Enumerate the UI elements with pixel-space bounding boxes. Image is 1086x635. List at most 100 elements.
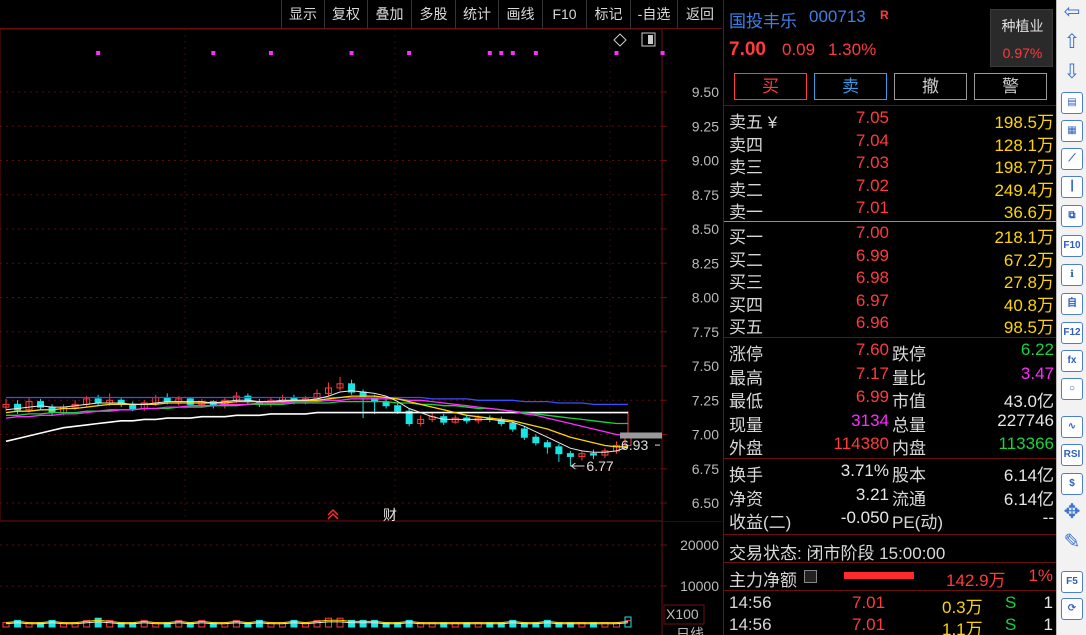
candlestick bbox=[244, 393, 252, 405]
price-tick-label: 9.00 bbox=[692, 153, 719, 169]
bid-row[interactable]: 买二 6.99 67.2万 bbox=[724, 245, 1057, 270]
stat-row[interactable]: 涨停 7.60 跌停 6.22 bbox=[724, 339, 1057, 364]
stat-label: 最低 bbox=[729, 392, 763, 412]
move-icon[interactable]: ✥ bbox=[1061, 502, 1083, 524]
candle-body bbox=[520, 428, 528, 438]
kline-chart-area[interactable]: 显示 复权 叠加 多股 统计 画线 F10 标记 -自选 返回 9.50 9.25… bbox=[0, 0, 722, 635]
fundamental-row[interactable]: 收益(二) -0.050 PE(动) -- bbox=[724, 507, 1057, 533]
candle-body bbox=[566, 453, 574, 457]
toolbar-adjust-button[interactable]: 复权 bbox=[324, 0, 367, 29]
volume-chart[interactable]: 20000 10000 X100 日线 bbox=[0, 521, 722, 635]
stat-label: 量比 bbox=[892, 368, 926, 388]
event-marker bbox=[349, 51, 354, 55]
candle-body bbox=[555, 446, 563, 455]
candle-body bbox=[589, 453, 597, 456]
toolbar-mark-button[interactable]: 标记 bbox=[586, 0, 630, 29]
stat-row[interactable]: 外盘 114380 内盘 113366 bbox=[724, 433, 1057, 459]
low-annotation: 6.77 bbox=[586, 458, 613, 474]
toolbar-statistics-button[interactable]: 统计 bbox=[455, 0, 498, 29]
stat-label: 涨停 bbox=[729, 345, 763, 364]
toolbar-overlay-button[interactable]: 叠加 bbox=[367, 0, 411, 29]
toolbar-f10-button[interactable]: F10 bbox=[542, 0, 586, 29]
stat-row[interactable]: 最高 7.17 量比 3.47 bbox=[724, 363, 1057, 388]
function-icon-bar: ⇦ ⇧ ⇩ ▤ ▦ ⟋ ┃ ⧉ F10 ℹ 自 F12 fx ○ ∿ RSI $… bbox=[1056, 0, 1086, 635]
wave-indicator-icon[interactable]: ∿ bbox=[1061, 416, 1083, 438]
stat-value: 6.99 bbox=[855, 387, 889, 407]
stat-value: 7.17 bbox=[855, 363, 889, 383]
multi-window-icon[interactable]: ⧉ bbox=[1061, 205, 1083, 227]
fundamental-row[interactable]: 净资 3.21 流通 6.14亿 bbox=[724, 484, 1057, 509]
line-chart-icon[interactable]: ⟋ bbox=[1061, 148, 1083, 170]
stat-label: 外盘 bbox=[729, 439, 763, 459]
industry-block[interactable]: 种植业 0.97% bbox=[990, 9, 1053, 67]
last-price-annotation: 6.93 bbox=[621, 437, 648, 453]
arrow-down-icon[interactable]: ⇩ bbox=[1061, 62, 1083, 84]
buy-button[interactable]: 买 bbox=[734, 73, 807, 100]
formula-icon[interactable]: fx bbox=[1061, 350, 1083, 372]
ask-row[interactable]: 卖四 7.04 128.1万 bbox=[724, 130, 1057, 155]
bid-price: 6.96 bbox=[855, 313, 889, 333]
event-marker bbox=[487, 51, 492, 55]
toolbar-display-button[interactable]: 显示 bbox=[281, 0, 324, 29]
fundamental-value: 3.71% bbox=[840, 461, 889, 480]
fundamental-value: 3.21 bbox=[855, 484, 889, 504]
ask-price: 7.03 bbox=[855, 153, 889, 173]
f12-icon[interactable]: F12 bbox=[1061, 322, 1083, 344]
bid-row[interactable]: 买四 6.97 40.8万 bbox=[724, 290, 1057, 315]
refresh-icon[interactable]: ⟳ bbox=[1061, 598, 1083, 620]
price-chart[interactable]: 9.50 9.25 9.00 8.75 8.50 8.25 8.00 7.75 7.50 7.25… bbox=[0, 29, 722, 521]
rsi-icon[interactable]: RSI bbox=[1061, 444, 1083, 466]
candlestick-icon[interactable]: ┃ bbox=[1061, 176, 1083, 198]
divider bbox=[724, 562, 1057, 563]
main-flow-label: 主力净额 bbox=[729, 571, 797, 590]
ask-price: 7.04 bbox=[855, 130, 889, 150]
candlestick bbox=[348, 379, 356, 395]
bid-row[interactable]: 买五 6.96 98.5万 bbox=[724, 312, 1057, 337]
toolbar-multi-stock-button[interactable]: 多股 bbox=[411, 0, 455, 29]
circle-icon[interactable]: ○ bbox=[1061, 378, 1083, 400]
main-flow-row[interactable]: 主力净额 142.9万 1% bbox=[724, 565, 1057, 590]
ask-row[interactable]: 卖一 7.01 36.6万 bbox=[724, 197, 1057, 223]
arrow-left-icon[interactable]: ⇦ bbox=[1061, 2, 1083, 24]
pencil-icon[interactable]: ✎ bbox=[1061, 532, 1083, 554]
toolbar-remove-watchlist-button[interactable]: -自选 bbox=[630, 0, 677, 29]
f10-icon[interactable]: F10 bbox=[1061, 235, 1083, 257]
f5-icon[interactable]: F5 bbox=[1061, 571, 1083, 593]
tick-row[interactable]: 14:56 7.01 1.1万 S 1 bbox=[724, 614, 1057, 635]
bid-row[interactable]: 买一 7.00 218.1万 bbox=[724, 222, 1057, 247]
tick-side: S bbox=[1005, 615, 1017, 634]
bid-row[interactable]: 买三 6.98 27.8万 bbox=[724, 267, 1057, 292]
stat-row[interactable]: 最低 6.99 市值 43.0亿 bbox=[724, 386, 1057, 412]
stock-name: 国投丰乐 bbox=[729, 12, 797, 31]
divider bbox=[724, 458, 1057, 459]
price-alert-button[interactable]: 警 bbox=[974, 73, 1047, 100]
grid-table-icon[interactable]: ▦ bbox=[1061, 120, 1083, 142]
info-document-icon[interactable]: ℹ bbox=[1061, 264, 1083, 286]
money-icon[interactable]: $ bbox=[1061, 473, 1083, 495]
ask-row[interactable]: 卖三 7.03 198.7万 bbox=[724, 152, 1057, 177]
ask-row[interactable]: 卖五 ¥7.05 198.5万 bbox=[724, 107, 1057, 132]
fundamental-row[interactable]: 换手 3.71% 股本 6.14亿 bbox=[724, 460, 1057, 485]
stat-label: 内盘 bbox=[892, 439, 926, 459]
ask-volume: 36.6万 bbox=[1003, 203, 1054, 223]
ask-row[interactable]: 卖二 7.02 249.4万 bbox=[724, 175, 1057, 200]
report-icon[interactable]: ▤ bbox=[1061, 92, 1083, 114]
self-select-icon[interactable]: 自 bbox=[1061, 293, 1083, 315]
sell-button[interactable]: 卖 bbox=[814, 73, 887, 100]
arrow-up-icon[interactable]: ⇧ bbox=[1061, 32, 1083, 54]
list-icon[interactable] bbox=[804, 570, 817, 583]
stat-value: 43.0亿 bbox=[1003, 392, 1054, 412]
price-tick-label: 7.50 bbox=[692, 358, 719, 374]
tick-row[interactable]: 14:56 7.01 0.3万 S 1 bbox=[724, 592, 1057, 617]
stat-row[interactable]: 现量 3134 总量 227746 bbox=[724, 410, 1057, 435]
toolbar-back-button[interactable]: 返回 bbox=[677, 0, 722, 29]
divider bbox=[724, 105, 1057, 106]
fundamental-label: 股本 bbox=[892, 466, 926, 485]
toolbar-draw-line-button[interactable]: 画线 bbox=[498, 0, 542, 29]
candlestick bbox=[566, 450, 574, 467]
ask-price: 7.01 bbox=[855, 198, 889, 218]
fundamental-label: 收益(二) bbox=[729, 513, 792, 533]
price-tick-label: 9.50 bbox=[692, 84, 719, 100]
cancel-order-button[interactable]: 撤 bbox=[894, 73, 967, 100]
fundamental-label: 流通 bbox=[892, 489, 926, 509]
